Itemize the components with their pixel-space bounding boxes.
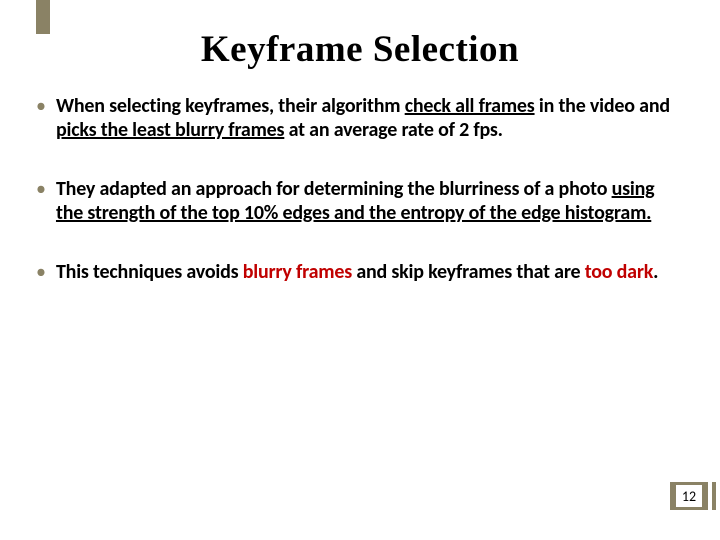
bullet-icon: • <box>36 261 46 283</box>
bullet-text: When selecting keyframes, their algorith… <box>56 95 684 142</box>
bullet-item: • This techniques avoids blurry frames a… <box>36 261 684 285</box>
page-number-badge: 12 <box>670 482 708 510</box>
content-area: • When selecting keyframes, their algori… <box>0 71 720 285</box>
page-number: 12 <box>676 485 702 507</box>
bullet-text: They adapted an approach for determining… <box>56 178 684 225</box>
bullet-item: • When selecting keyframes, their algori… <box>36 95 684 142</box>
accent-bar <box>36 0 50 34</box>
page-badge-stripe <box>712 482 716 510</box>
bullet-text: This techniques avoids blurry frames and… <box>56 261 658 285</box>
bullet-icon: • <box>36 178 46 200</box>
page-title: Keyframe Selection <box>0 0 720 71</box>
bullet-item: • They adapted an approach for determini… <box>36 178 684 225</box>
bullet-icon: • <box>36 95 46 117</box>
